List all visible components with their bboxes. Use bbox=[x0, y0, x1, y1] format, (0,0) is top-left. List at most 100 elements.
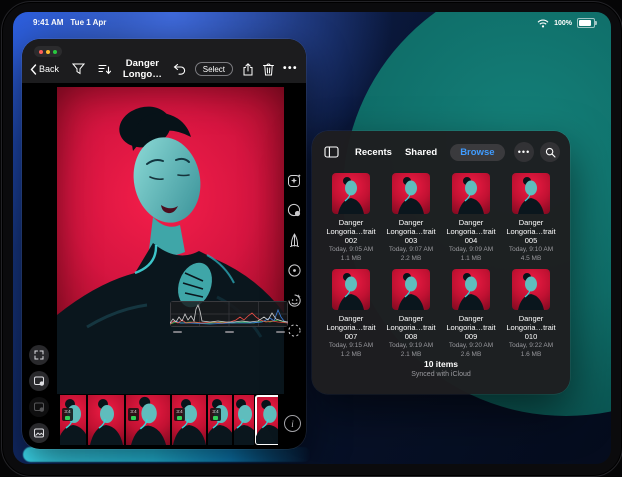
window-dot-red bbox=[39, 50, 43, 54]
paste-adjustments-button[interactable] bbox=[29, 397, 49, 417]
file-date: Today, 9:19 AM bbox=[389, 342, 433, 350]
aspect-ratio-badge: 3:4 bbox=[174, 408, 185, 421]
back-button[interactable]: Back bbox=[30, 64, 59, 75]
window-dot-green bbox=[53, 50, 57, 54]
adjustments-disabled-icon bbox=[33, 401, 45, 413]
status-date: Tue 1 Apr bbox=[70, 18, 106, 27]
enhance-tool-button[interactable] bbox=[285, 171, 303, 189]
wallpaper-cyan-glow bbox=[23, 447, 311, 462]
aspect-ratio-badge: 3:4 bbox=[210, 408, 221, 421]
sidebar-toggle-button[interactable] bbox=[324, 146, 339, 158]
filmstrip-thumbnail[interactable] bbox=[256, 396, 278, 444]
file-size: 1.1 MB bbox=[461, 255, 482, 263]
file-thumbnail bbox=[392, 269, 430, 310]
info-button[interactable]: i bbox=[284, 415, 301, 432]
delete-button[interactable] bbox=[263, 63, 274, 76]
file-name: Danger Longoria…trait 002 bbox=[322, 218, 380, 245]
chevron-left-icon bbox=[30, 64, 37, 75]
file-item[interactable]: Danger Longoria…trait 004 Today, 9:09 AM… bbox=[441, 173, 501, 263]
file-grid: Danger Longoria…trait 002 Today, 9:05 AM… bbox=[321, 173, 561, 365]
more-button[interactable]: ••• bbox=[283, 67, 298, 71]
enhance-icon bbox=[286, 172, 303, 189]
thumbnail-portrait bbox=[332, 269, 370, 310]
copy-adjustments-button[interactable] bbox=[29, 371, 49, 391]
photo-editor-window: Back Danger Longo… Select bbox=[22, 39, 306, 449]
item-count: 10 items bbox=[312, 359, 570, 369]
thumbnail-portrait bbox=[512, 269, 550, 310]
file-item[interactable]: Danger Longoria…trait 005 Today, 9:10 AM… bbox=[501, 173, 561, 263]
ipad-screen: 9:41 AM Tue 1 Apr 100% Back bbox=[13, 12, 611, 464]
file-size: 1.6 MB bbox=[521, 351, 542, 359]
share-icon bbox=[242, 63, 254, 76]
curves-icon bbox=[286, 232, 303, 249]
histogram-panel bbox=[170, 301, 288, 339]
thumbnail-portrait bbox=[332, 173, 370, 214]
thumbnail-portrait bbox=[452, 269, 490, 310]
transform-button[interactable] bbox=[29, 345, 49, 365]
file-size: 2.1 MB bbox=[401, 351, 422, 359]
file-size: 1.2 MB bbox=[341, 351, 362, 359]
thumbnail-portrait bbox=[512, 173, 550, 214]
wifi-icon bbox=[537, 19, 549, 28]
filmstrip-thumbnail[interactable]: 3:4 bbox=[172, 395, 206, 445]
window-dot-amber bbox=[46, 50, 50, 54]
file-date: Today, 9:22 AM bbox=[509, 342, 553, 350]
ipad-device: 9:41 AM Tue 1 Apr 100% Back bbox=[1, 1, 622, 477]
tab-recents[interactable]: Recents bbox=[355, 147, 392, 158]
file-item[interactable]: Danger Longoria…trait 003 Today, 9:07 AM… bbox=[381, 173, 441, 263]
undo-icon bbox=[173, 64, 186, 75]
aspect-ratio-badge: 3:4 bbox=[62, 408, 73, 421]
sort-button[interactable] bbox=[98, 63, 112, 75]
battery-percent: 100% bbox=[554, 20, 572, 27]
edited-indicator bbox=[131, 416, 136, 421]
window-controls[interactable] bbox=[34, 46, 62, 57]
edited-indicator bbox=[65, 416, 70, 421]
adjust-colors-icon bbox=[286, 202, 303, 219]
file-name: Danger Longoria…trait 010 bbox=[502, 314, 560, 341]
adjustments-badge-icon bbox=[33, 375, 45, 387]
sync-status: Synced with iCloud bbox=[312, 371, 570, 378]
filter-button[interactable] bbox=[72, 63, 85, 75]
sort-descending-icon bbox=[98, 63, 112, 75]
document-title: Danger Longo… bbox=[112, 58, 173, 80]
undo-button[interactable] bbox=[173, 64, 186, 75]
file-item[interactable]: Danger Longoria…trait 002 Today, 9:05 AM… bbox=[321, 173, 381, 263]
sidebar-icon bbox=[324, 146, 339, 158]
thumbnail-portrait bbox=[392, 269, 430, 310]
filmstrip-thumbnail[interactable]: 3:4 bbox=[126, 395, 170, 445]
file-thumbnail bbox=[332, 173, 370, 214]
gallery-button[interactable] bbox=[29, 423, 49, 443]
file-thumbnail bbox=[512, 269, 550, 310]
transform-icon bbox=[33, 349, 45, 361]
thumbnail-portrait bbox=[88, 395, 124, 445]
selective-color-tool-button[interactable] bbox=[285, 261, 303, 279]
file-thumbnail bbox=[452, 269, 490, 310]
filmstrip-thumbnail[interactable]: 3:4 bbox=[208, 395, 232, 445]
trash-icon bbox=[263, 63, 274, 76]
file-item[interactable]: Danger Longoria…trait 010 Today, 9:22 AM… bbox=[501, 269, 561, 359]
share-button[interactable] bbox=[242, 63, 254, 76]
curves-tool-button[interactable] bbox=[285, 231, 303, 249]
file-name: Danger Longoria…trait 008 bbox=[382, 314, 440, 341]
filmstrip-thumbnail[interactable] bbox=[88, 395, 124, 445]
edited-indicator bbox=[177, 416, 182, 421]
browser-footer: 10 items Synced with iCloud bbox=[312, 359, 570, 378]
browser-more-button[interactable]: ••• bbox=[514, 142, 534, 162]
status-time: 9:41 AM bbox=[33, 18, 63, 27]
tab-shared[interactable]: Shared bbox=[405, 147, 437, 158]
select-button[interactable]: Select bbox=[195, 62, 233, 76]
filmstrip-thumbnail[interactable] bbox=[234, 395, 254, 445]
browser-search-button[interactable] bbox=[540, 142, 560, 162]
file-date: Today, 9:09 AM bbox=[449, 246, 493, 254]
file-name: Danger Longoria…trait 004 bbox=[442, 218, 500, 245]
adjust-colors-tool-button[interactable] bbox=[285, 201, 303, 219]
file-name: Danger Longoria…trait 007 bbox=[322, 314, 380, 341]
file-item[interactable]: Danger Longoria…trait 008 Today, 9:19 AM… bbox=[381, 269, 441, 359]
histogram-plot bbox=[170, 301, 288, 327]
file-item[interactable]: Danger Longoria…trait 009 Today, 9:20 AM… bbox=[441, 269, 501, 359]
editor-toolbar: Back Danger Longo… Select bbox=[30, 58, 298, 80]
tab-browse[interactable]: Browse bbox=[450, 144, 504, 161]
file-size: 2.2 MB bbox=[401, 255, 422, 263]
file-item[interactable]: Danger Longoria…trait 007 Today, 9:15 AM… bbox=[321, 269, 381, 359]
filmstrip-thumbnail[interactable]: 3:4 bbox=[60, 395, 86, 445]
